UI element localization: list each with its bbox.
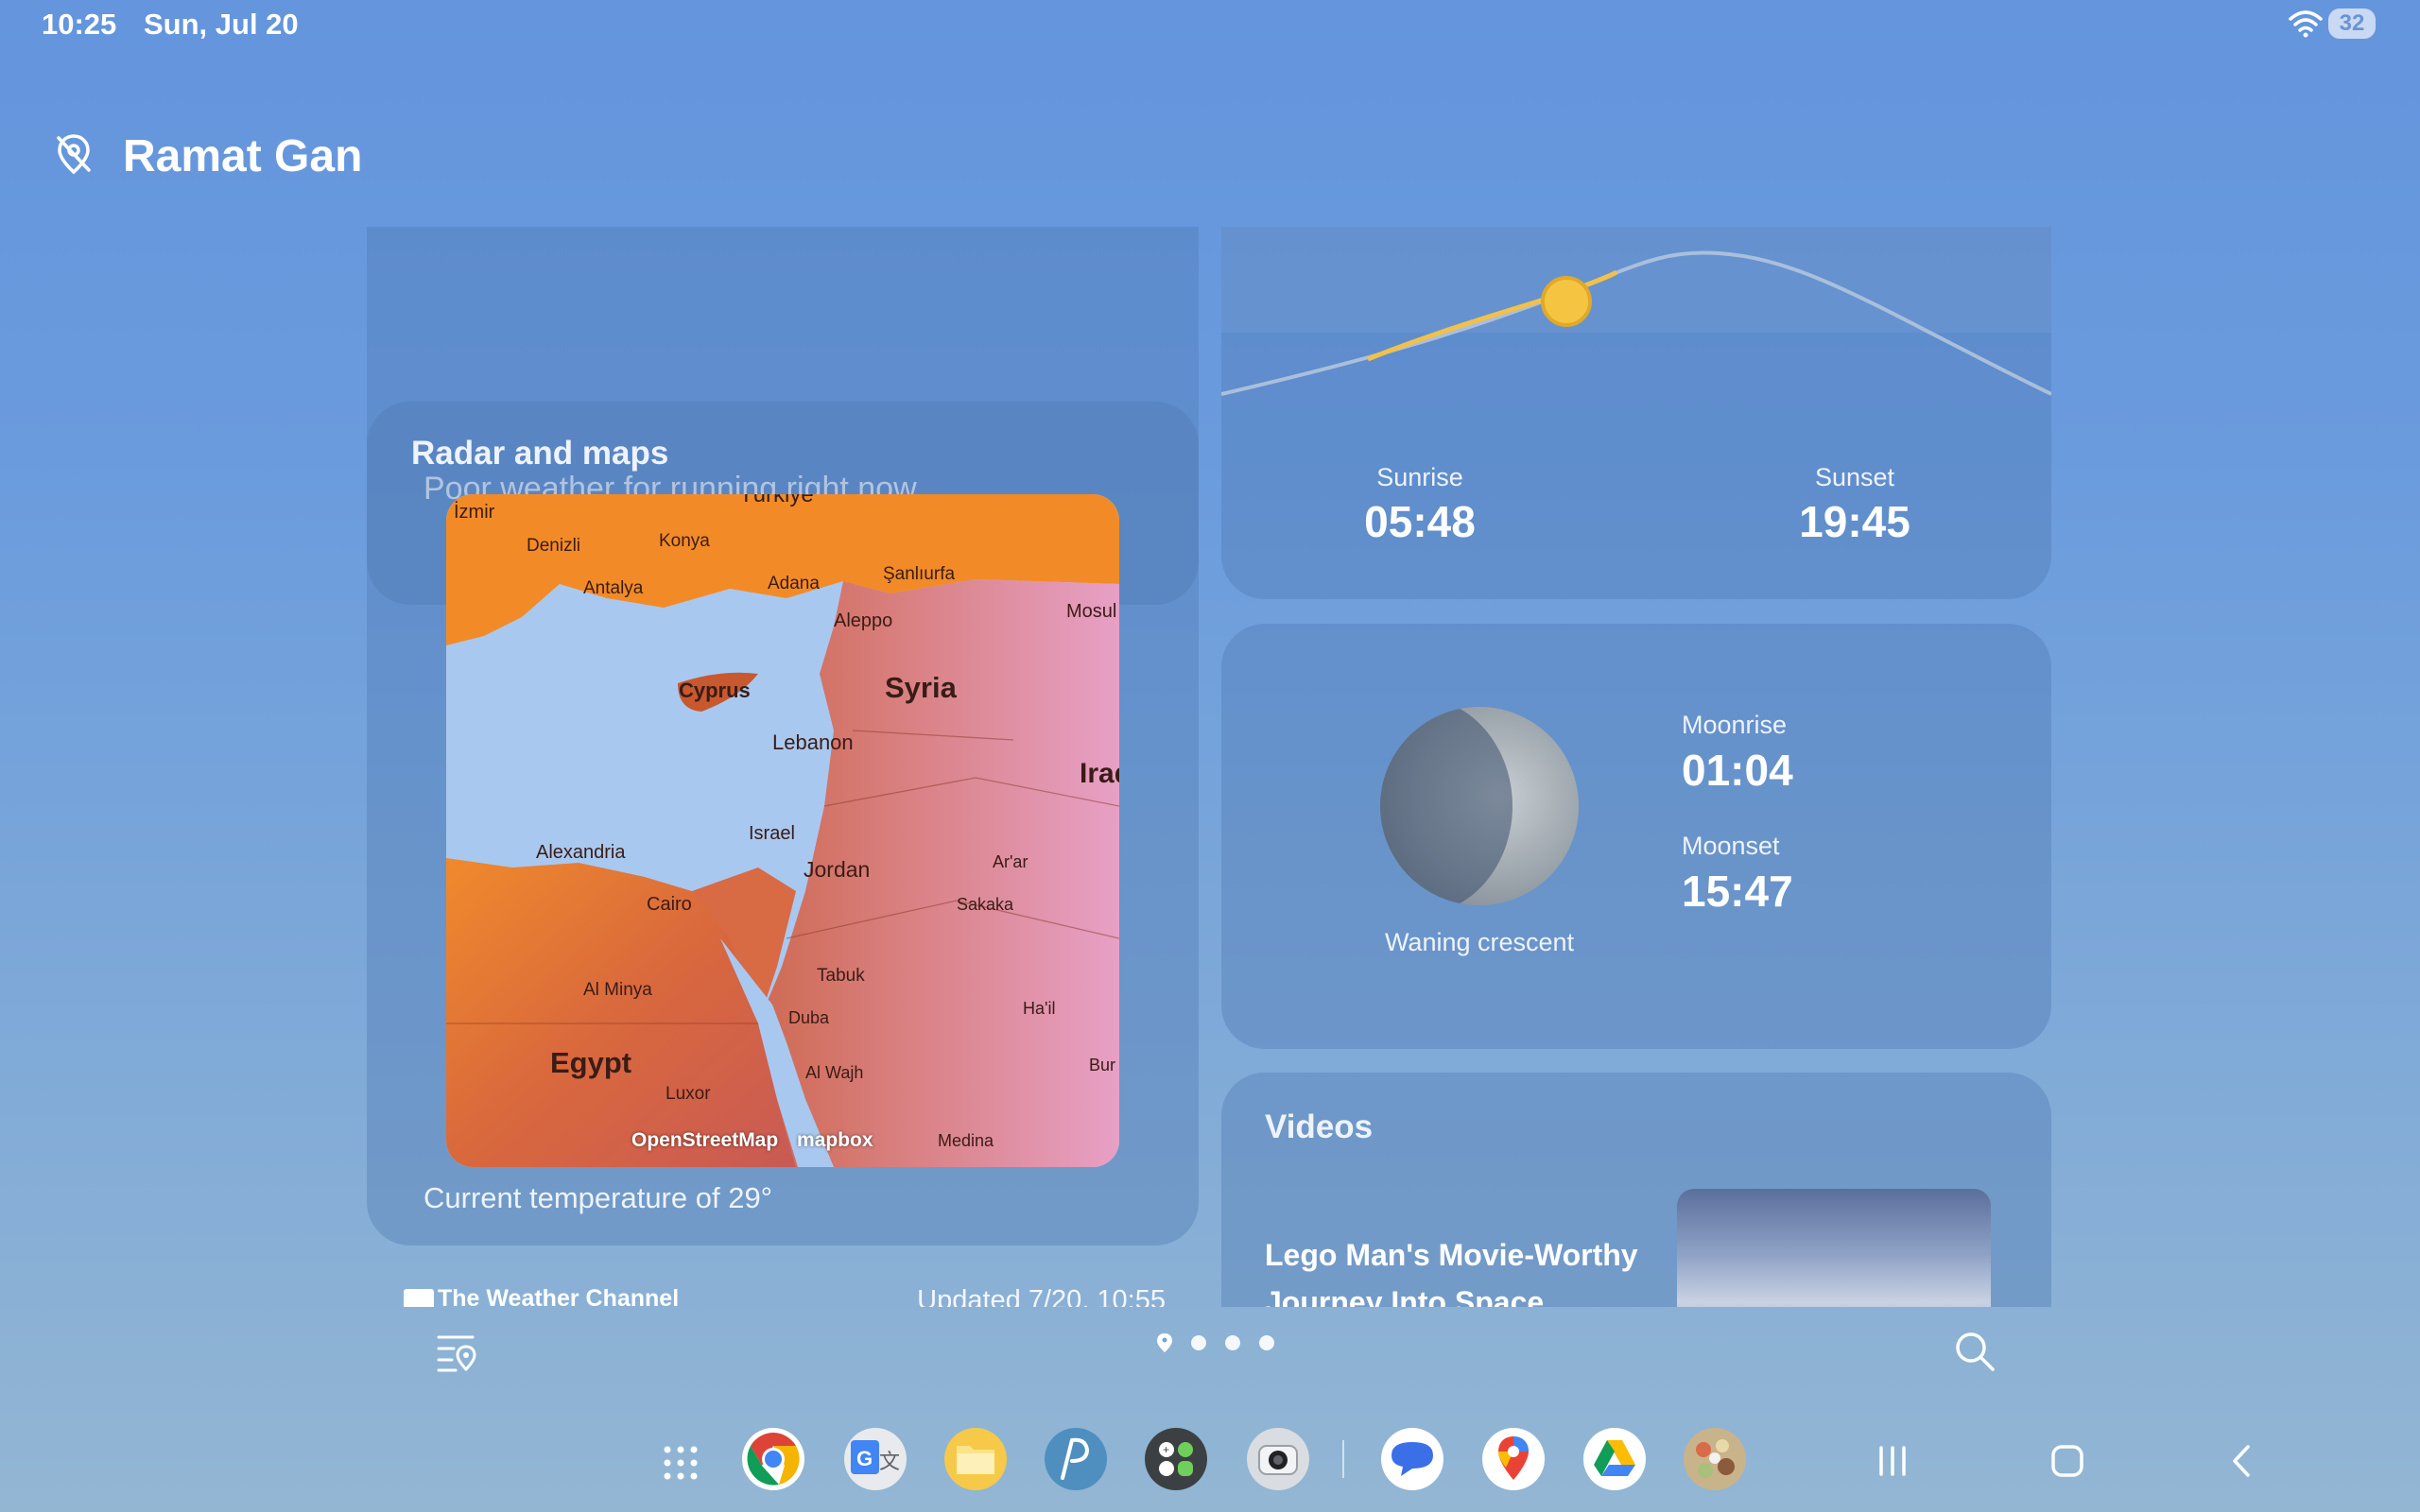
openstreetmap-attribution: OpenStreetMap xyxy=(631,1129,779,1151)
map-attribution: OpenStreetMap mapbox xyxy=(631,1129,873,1152)
svg-text:Antalya: Antalya xyxy=(583,578,644,598)
gallery-icon[interactable] xyxy=(1683,1427,1747,1491)
svg-text:Luxor: Luxor xyxy=(666,1084,711,1104)
svg-text:Mosul: Mosul xyxy=(1066,601,1116,622)
svg-text:Al Minya: Al Minya xyxy=(583,980,652,1000)
svg-text:Sakaka: Sakaka xyxy=(957,895,1014,914)
status-time: 10:25 xyxy=(42,8,117,41)
svg-text:Lebanon: Lebanon xyxy=(772,730,854,754)
location-dot xyxy=(1259,1335,1274,1350)
svg-text:Alexandria: Alexandria xyxy=(536,842,626,863)
forecast-scroll-area[interactable]: Poor weather for running right now Radar… xyxy=(0,227,2420,1307)
svg-text:Şanlıurfa: Şanlıurfa xyxy=(883,564,955,584)
radar-title: Radar and maps xyxy=(411,435,669,472)
camera-icon[interactable] xyxy=(1246,1427,1310,1491)
battery-badge: 32 xyxy=(2328,9,2376,39)
svg-text:Ar'ar: Ar'ar xyxy=(993,852,1028,871)
sunset-label: Sunset xyxy=(1814,463,1895,491)
svg-text:İzmir: İzmir xyxy=(454,501,495,523)
radar-caption: Current temperature of 29° xyxy=(424,1181,773,1214)
moonset-label: Moonset xyxy=(1682,832,1780,860)
provider-name: The Weather Channel xyxy=(438,1285,680,1307)
svg-text:Bur: Bur xyxy=(1089,1056,1115,1074)
moonrise-label: Moonrise xyxy=(1682,711,1788,739)
status-bar: 10:25 Sun, Jul 20 32 xyxy=(0,0,2420,49)
city-title: Ramat Gan xyxy=(123,131,363,181)
svg-text:Ha'il: Ha'il xyxy=(1023,999,1055,1018)
radar-card[interactable]: Radar and maps İzmir Türkiye Denizli Kon… xyxy=(367,402,1199,1246)
video-title[interactable]: Lego Man's Movie-Worthy Journey Into Spa… xyxy=(1265,1231,1643,1307)
pen-notes-icon[interactable] xyxy=(1044,1427,1108,1491)
mapbox-attribution: mapbox xyxy=(797,1129,873,1151)
recents-icon[interactable] xyxy=(1874,1442,1911,1480)
status-date: Sun, Jul 20 xyxy=(144,8,299,41)
svg-text:Konya: Konya xyxy=(659,531,710,551)
updated-time: Updated 7/20, 10:55 xyxy=(917,1285,1166,1307)
location-dot xyxy=(1191,1335,1206,1350)
location-page-indicator xyxy=(1157,1333,1274,1352)
svg-text:G: G xyxy=(856,1447,873,1470)
calculator-icon[interactable]: + xyxy=(1144,1427,1208,1491)
video-thumbnail[interactable] xyxy=(1677,1189,1991,1307)
list-location-icon[interactable] xyxy=(437,1332,478,1373)
wifi-icon xyxy=(2289,10,2323,38)
svg-text:Medina: Medina xyxy=(938,1131,994,1150)
app-dock: G 文 + xyxy=(0,1427,2420,1503)
radar-map[interactable]: İzmir Türkiye Denizli Konya Antalya Adan… xyxy=(446,494,1119,1167)
maps-icon[interactable] xyxy=(1481,1427,1546,1491)
videos-title: Videos xyxy=(1265,1108,1374,1145)
svg-text:Cairo: Cairo xyxy=(647,894,692,915)
sun-card[interactable]: Sunrise 05:48 Sunset 19:45 xyxy=(1221,227,2051,599)
svg-text:Egypt: Egypt xyxy=(550,1046,631,1079)
current-location-pin-icon xyxy=(1157,1333,1172,1352)
svg-text:Türkiye: Türkiye xyxy=(739,494,814,507)
svg-text:Denizli: Denizli xyxy=(527,536,580,556)
back-icon[interactable] xyxy=(2223,1442,2261,1480)
radar-map-image: İzmir Türkiye Denizli Konya Antalya Adan… xyxy=(446,494,1119,1167)
location-off-icon[interactable] xyxy=(55,132,93,178)
sun-path-graph xyxy=(1221,227,2051,396)
moonrise-time: 01:04 xyxy=(1682,746,1793,795)
search-icon[interactable] xyxy=(1953,1330,1996,1373)
dock-separator xyxy=(1342,1440,1344,1478)
svg-text:+: + xyxy=(1163,1443,1169,1456)
moon-card[interactable]: Waning crescent Moonrise 01:04 Moonset 1… xyxy=(1221,624,2051,1049)
home-icon[interactable] xyxy=(2048,1442,2086,1480)
moon-icon xyxy=(1380,707,1579,905)
moonset-time: 15:47 xyxy=(1682,867,1793,916)
svg-text:Jordan: Jordan xyxy=(804,857,870,882)
weather-channel-logo xyxy=(404,1289,434,1307)
svg-text:Adana: Adana xyxy=(768,574,820,593)
svg-text:Cyprus: Cyprus xyxy=(679,679,751,702)
google-translate-icon[interactable]: G 文 xyxy=(843,1427,908,1491)
apps-grid-icon[interactable] xyxy=(662,1444,700,1482)
svg-text:Tabuk: Tabuk xyxy=(817,966,865,986)
sunrise-time: 05:48 xyxy=(1364,497,1476,546)
moon-phase: Waning crescent xyxy=(1384,928,1575,956)
drive-icon[interactable] xyxy=(1582,1427,1647,1491)
bottom-bar xyxy=(0,1318,2420,1394)
messages-icon[interactable] xyxy=(1380,1427,1444,1491)
sunrise-label: Sunrise xyxy=(1376,463,1463,491)
sunset-time: 19:45 xyxy=(1799,497,1910,546)
svg-text:Duba: Duba xyxy=(788,1008,830,1027)
files-icon[interactable] xyxy=(943,1427,1008,1491)
svg-text:文: 文 xyxy=(879,1451,900,1474)
location-dot xyxy=(1225,1335,1240,1350)
svg-text:Al Wajh: Al Wajh xyxy=(805,1063,863,1082)
provider-row[interactable]: The Weather Channel Updated 7/20, 10:55 xyxy=(404,1285,1166,1307)
svg-text:Aleppo: Aleppo xyxy=(834,610,892,631)
svg-text:Israel: Israel xyxy=(749,823,795,844)
videos-card[interactable]: Videos Lego Man's Movie-Worthy Journey I… xyxy=(1221,1073,2051,1307)
chrome-icon[interactable] xyxy=(741,1427,805,1491)
svg-text:Syria: Syria xyxy=(885,671,958,704)
moon-shadow xyxy=(1380,707,1512,905)
svg-text:Iraq: Iraq xyxy=(1080,758,1119,789)
